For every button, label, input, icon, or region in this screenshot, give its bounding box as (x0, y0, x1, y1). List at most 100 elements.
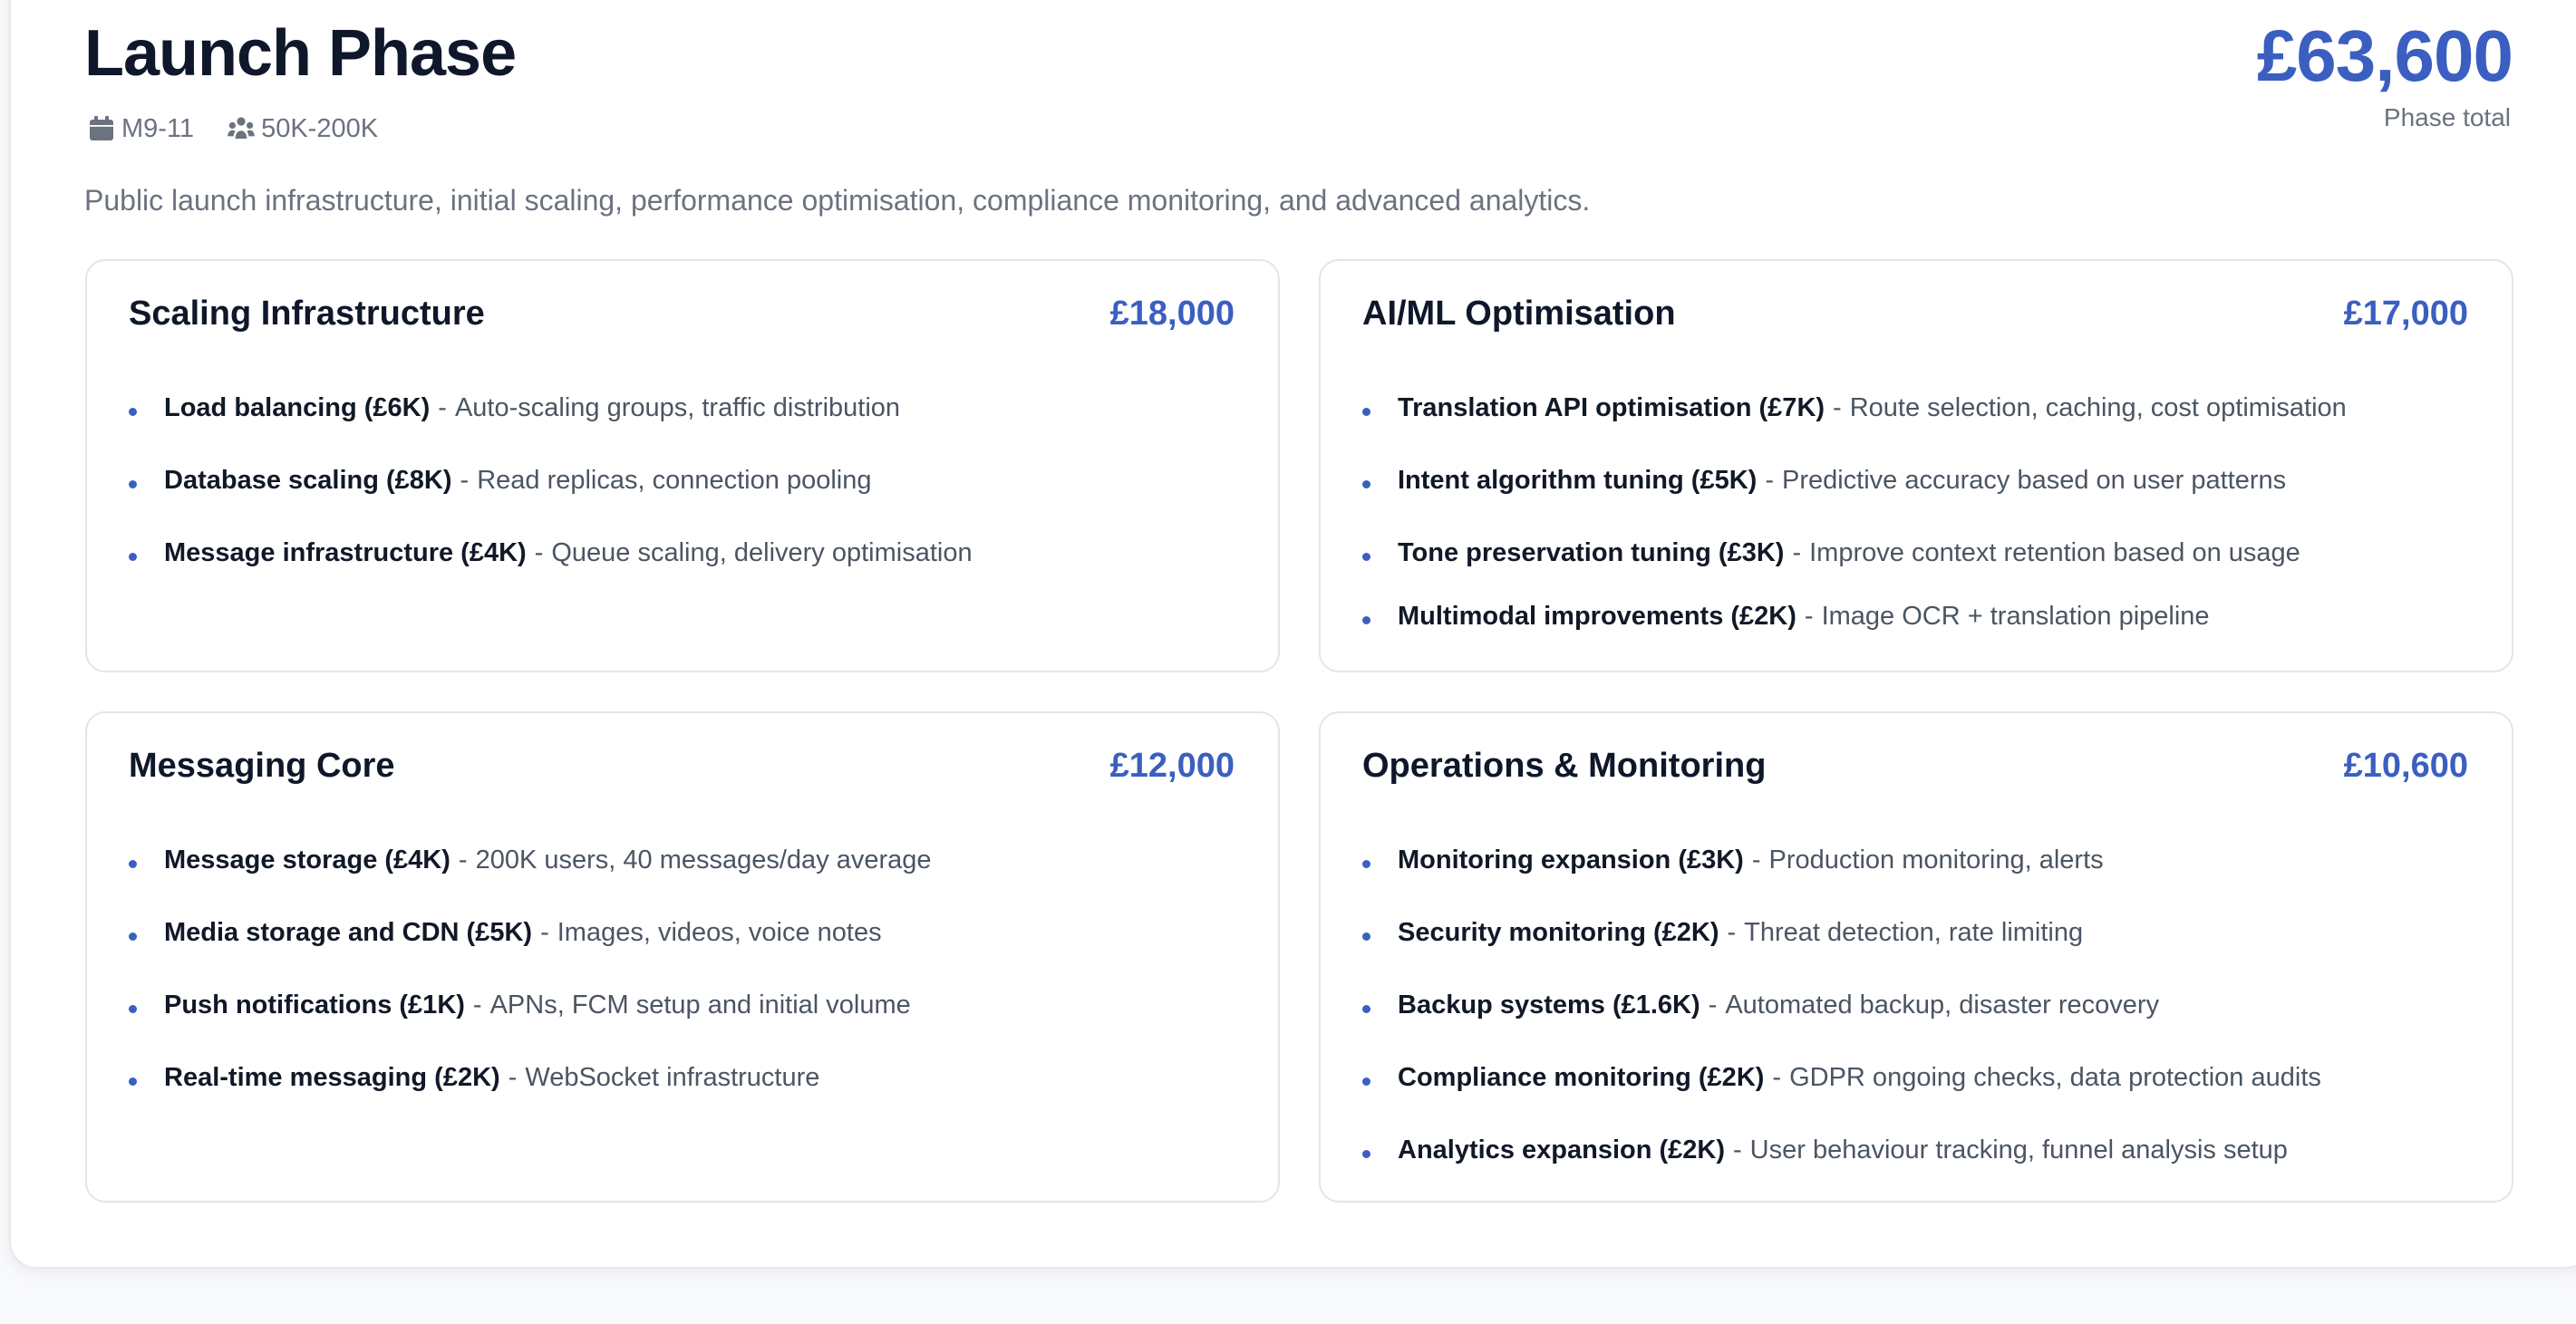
phase-title: Launch Phase (84, 17, 517, 90)
list-item: Load balancing (£6K) - Auto-scaling groups… (129, 372, 1251, 444)
bullet-icon (1362, 552, 1370, 561)
item-name: Monitoring expansion (£3K) (1398, 845, 1744, 875)
item-separator: - (534, 537, 544, 567)
bullet-icon (1362, 932, 1370, 941)
item-separator: - (1792, 537, 1802, 567)
item-description: WebSocket infrastructure (525, 1062, 820, 1092)
card-header: Scaling Infrastructure £18,000 (129, 288, 1235, 339)
users-text: 50K-200K (261, 113, 379, 143)
users-meta: 50K-200K (227, 114, 378, 144)
item-separator: - (1765, 465, 1774, 495)
list-item: Media storage and CDN (£5K) - Images, vide… (129, 896, 1251, 969)
bullet-icon (1362, 479, 1370, 488)
item-description: Queue scaling, delivery optimisation (551, 537, 973, 567)
card-title: Scaling Infrastructure (129, 294, 485, 333)
months-meta: M9-11 (87, 114, 194, 144)
bullet-icon (1362, 1077, 1370, 1086)
item-description: 200K users, 40 messages/day average (475, 845, 932, 875)
phase-total-label: Phase total (2383, 103, 2511, 131)
card-operations-monitoring: Operations & Monitoring £10,600 Monitori… (1319, 711, 2513, 1203)
list-item: Push notifications (£1K) - APNs, FCM setup… (129, 969, 1251, 1041)
bullet-icon (1362, 615, 1370, 624)
item-description: Threat detection, rate limiting (1744, 917, 2084, 947)
bullet-icon (1362, 1149, 1370, 1158)
item-name: Backup systems (£1.6K) (1398, 990, 1700, 1020)
item-name: Compliance monitoring (£2K) (1398, 1062, 1765, 1092)
list-item: Intent algorithm tuning (£5K) - Predictive… (1362, 444, 2484, 517)
bullet-icon (129, 932, 137, 941)
item-name: Real-time messaging (£2K) (164, 1062, 500, 1092)
item-name: Message storage (£4K) (164, 845, 450, 875)
item-description: Route selection, caching, cost optimisat… (1849, 392, 2347, 422)
item-name: Analytics expansion (£2K) (1398, 1135, 1725, 1165)
item-separator: - (458, 845, 468, 875)
list-item: Tone preservation tuning (£3K) - Improve c… (1362, 517, 2484, 589)
card-title: AI/ML Optimisation (1362, 294, 1676, 333)
bullet-icon (1362, 407, 1370, 416)
item-separator: - (1727, 917, 1737, 947)
item-name: Database scaling (£8K) (164, 465, 452, 495)
item-separator: - (1804, 601, 1814, 631)
card-cost: £12,000 (1109, 746, 1235, 785)
item-separator: - (1708, 990, 1718, 1020)
card-item-list: Monitoring expansion (£3K) - Production mo… (1362, 824, 2484, 1186)
list-item: Database scaling (£8K) - Read replicas, co… (129, 444, 1251, 517)
list-item: Multimodal improvements (£2K) - Image OCR … (1362, 589, 2484, 643)
bullet-icon (129, 407, 137, 416)
bullet-icon (129, 1077, 137, 1086)
item-description: Image OCR + translation pipeline (1821, 601, 2210, 631)
list-item: Analytics expansion (£2K) - User behaviour… (1362, 1114, 2484, 1186)
card-item-list: Translation API optimisation (£7K) - Route… (1362, 372, 2484, 643)
card-cost: £18,000 (1109, 294, 1235, 333)
calendar-icon (90, 116, 113, 140)
bullet-icon (129, 552, 137, 561)
item-name: Translation API optimisation (£7K) (1398, 392, 1825, 422)
item-description: APNs, FCM setup and initial volume (489, 990, 911, 1020)
item-separator: - (1733, 1135, 1742, 1165)
item-description: Images, videos, voice notes (557, 917, 882, 947)
item-name: Push notifications (£1K) (164, 990, 465, 1020)
list-item: Monitoring expansion (£3K) - Production mo… (1362, 824, 2484, 896)
card-header: Messaging Core £12,000 (129, 740, 1235, 791)
item-separator: - (472, 990, 482, 1020)
card-title: Operations & Monitoring (1362, 746, 1767, 785)
item-separator: - (508, 1062, 518, 1092)
item-separator: - (1772, 1062, 1782, 1092)
item-description: User behaviour tracking, funnel analysis… (1749, 1135, 2288, 1165)
item-description: GDPR ongoing checks, data protection aud… (1789, 1062, 2321, 1092)
card-ai-ml-optimisation: AI/ML Optimisation £17,000 Translation A… (1319, 259, 2513, 672)
list-item: Translation API optimisation (£7K) - Route… (1362, 372, 2484, 444)
item-description: Production monitoring, alerts (1768, 845, 2104, 875)
item-name: Security monitoring (£2K) (1398, 917, 1719, 947)
item-description: Auto-scaling groups, traffic distributio… (454, 392, 901, 422)
item-separator: - (540, 917, 549, 947)
bullet-icon (1362, 859, 1370, 868)
item-separator: - (438, 392, 447, 422)
item-name: Message infrastructure (£4K) (164, 537, 527, 567)
item-description: Read replicas, connection pooling (477, 465, 872, 495)
card-cost: £17,000 (2343, 294, 2468, 333)
item-name: Tone preservation tuning (£3K) (1398, 537, 1785, 567)
item-name: Multimodal improvements (£2K) (1398, 601, 1796, 631)
item-description: Predictive accuracy based on user patter… (1781, 465, 2287, 495)
card-scaling-infrastructure: Scaling Infrastructure £18,000 Load bala… (85, 259, 1280, 672)
item-separator: - (460, 465, 470, 495)
users-icon (228, 117, 255, 139)
card-title: Messaging Core (129, 746, 395, 785)
item-name: Load balancing (£6K) (164, 392, 431, 422)
phase-description: Public launch infrastructure, initial sc… (84, 184, 1591, 217)
card-messaging-core: Messaging Core £12,000 Message storage (… (85, 711, 1280, 1203)
card-item-list: Load balancing (£6K) - Auto-scaling groups… (129, 372, 1251, 589)
months-text: M9-11 (121, 113, 195, 143)
list-item: Message storage (£4K) -200K users, 40 mes… (129, 824, 1251, 896)
item-description: Improve context retention based on usage (1809, 537, 2300, 567)
card-header: AI/ML Optimisation £17,000 (1362, 288, 2468, 339)
item-separator: - (1833, 392, 1842, 422)
bullet-icon (1362, 1004, 1370, 1013)
card-header: Operations & Monitoring £10,600 (1362, 740, 2468, 791)
bullet-icon (129, 1004, 137, 1013)
phase-meta: M9-11 50K-200K (87, 111, 411, 147)
list-item: Message infrastructure (£4K) - Queue scali… (129, 517, 1251, 589)
item-description: Automated backup, disaster recovery (1725, 990, 2160, 1020)
phase-total: £63,600 (2256, 15, 2513, 96)
